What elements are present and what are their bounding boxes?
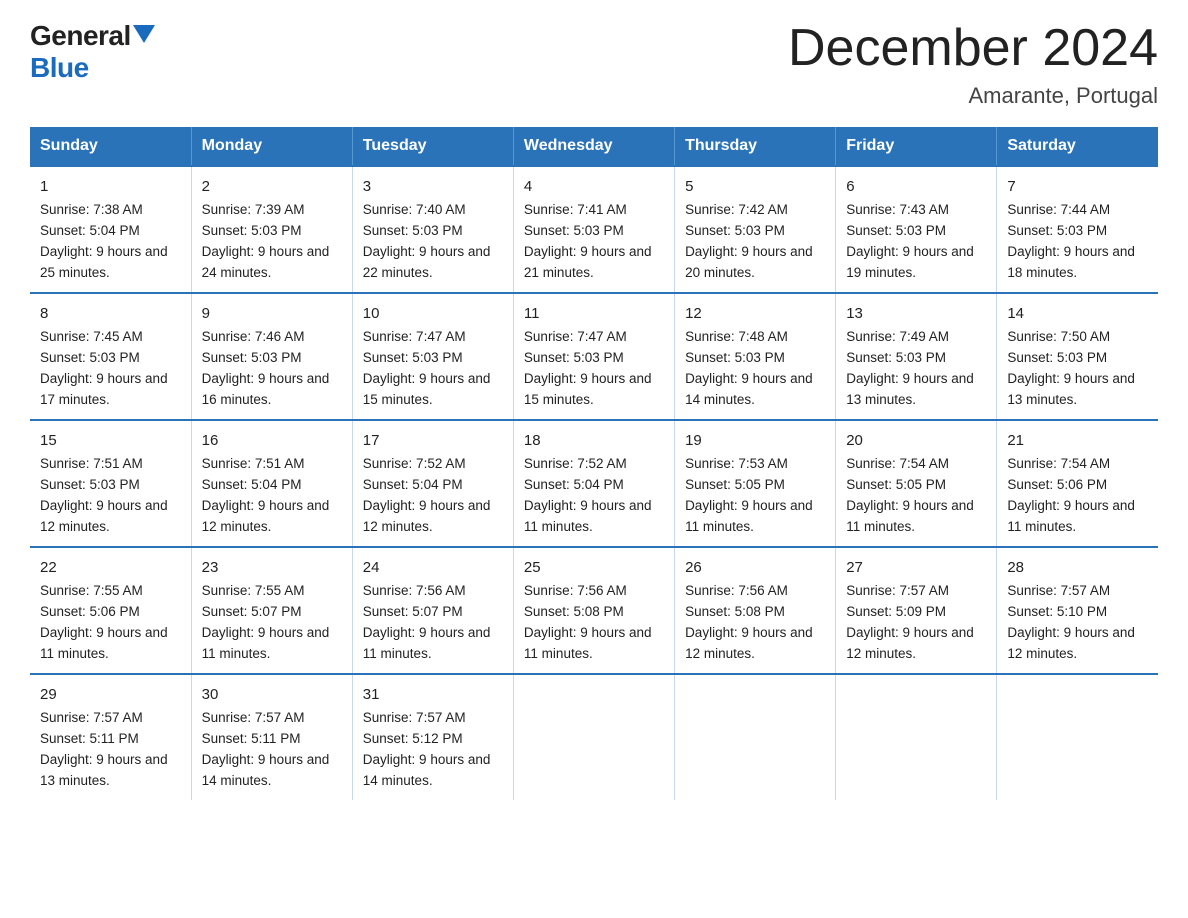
calendar-cell: 21Sunrise: 7:54 AMSunset: 5:06 PMDayligh… <box>997 420 1158 547</box>
day-number: 3 <box>363 175 503 198</box>
day-number: 15 <box>40 429 181 452</box>
day-number: 24 <box>363 556 503 579</box>
day-number: 8 <box>40 302 181 325</box>
day-number: 10 <box>363 302 503 325</box>
calendar-cell <box>675 674 836 800</box>
header-friday: Friday <box>836 127 997 166</box>
calendar-cell: 16Sunrise: 7:51 AMSunset: 5:04 PMDayligh… <box>191 420 352 547</box>
calendar-cell: 14Sunrise: 7:50 AMSunset: 5:03 PMDayligh… <box>997 293 1158 420</box>
calendar-cell: 22Sunrise: 7:55 AMSunset: 5:06 PMDayligh… <box>30 547 191 674</box>
day-number: 11 <box>524 302 664 325</box>
calendar-cell: 13Sunrise: 7:49 AMSunset: 5:03 PMDayligh… <box>836 293 997 420</box>
calendar-week-row: 15Sunrise: 7:51 AMSunset: 5:03 PMDayligh… <box>30 420 1158 547</box>
day-number: 7 <box>1007 175 1148 198</box>
logo: General Blue <box>30 20 155 84</box>
calendar-cell: 1Sunrise: 7:38 AMSunset: 5:04 PMDaylight… <box>30 166 191 293</box>
calendar-cell: 31Sunrise: 7:57 AMSunset: 5:12 PMDayligh… <box>352 674 513 800</box>
day-number: 17 <box>363 429 503 452</box>
calendar-cell <box>513 674 674 800</box>
calendar-cell: 7Sunrise: 7:44 AMSunset: 5:03 PMDaylight… <box>997 166 1158 293</box>
calendar-cell: 26Sunrise: 7:56 AMSunset: 5:08 PMDayligh… <box>675 547 836 674</box>
header-tuesday: Tuesday <box>352 127 513 166</box>
calendar-cell: 18Sunrise: 7:52 AMSunset: 5:04 PMDayligh… <box>513 420 674 547</box>
calendar-cell: 27Sunrise: 7:57 AMSunset: 5:09 PMDayligh… <box>836 547 997 674</box>
calendar-header-row: SundayMondayTuesdayWednesdayThursdayFrid… <box>30 127 1158 166</box>
calendar-cell: 8Sunrise: 7:45 AMSunset: 5:03 PMDaylight… <box>30 293 191 420</box>
calendar-cell: 10Sunrise: 7:47 AMSunset: 5:03 PMDayligh… <box>352 293 513 420</box>
header-wednesday: Wednesday <box>513 127 674 166</box>
calendar-week-row: 22Sunrise: 7:55 AMSunset: 5:06 PMDayligh… <box>30 547 1158 674</box>
calendar-cell: 25Sunrise: 7:56 AMSunset: 5:08 PMDayligh… <box>513 547 674 674</box>
day-number: 14 <box>1007 302 1148 325</box>
calendar-cell: 3Sunrise: 7:40 AMSunset: 5:03 PMDaylight… <box>352 166 513 293</box>
day-number: 1 <box>40 175 181 198</box>
day-number: 27 <box>846 556 986 579</box>
calendar-cell: 17Sunrise: 7:52 AMSunset: 5:04 PMDayligh… <box>352 420 513 547</box>
day-number: 29 <box>40 683 181 706</box>
day-number: 18 <box>524 429 664 452</box>
page-header: General Blue December 2024 Amarante, Por… <box>30 20 1158 109</box>
logo-general-text: General <box>30 20 131 52</box>
day-number: 6 <box>846 175 986 198</box>
day-number: 9 <box>202 302 342 325</box>
subtitle: Amarante, Portugal <box>788 83 1158 109</box>
calendar-cell: 23Sunrise: 7:55 AMSunset: 5:07 PMDayligh… <box>191 547 352 674</box>
day-number: 4 <box>524 175 664 198</box>
calendar-cell: 12Sunrise: 7:48 AMSunset: 5:03 PMDayligh… <box>675 293 836 420</box>
calendar-cell: 29Sunrise: 7:57 AMSunset: 5:11 PMDayligh… <box>30 674 191 800</box>
day-number: 12 <box>685 302 825 325</box>
logo-blue-text: Blue <box>30 52 89 83</box>
calendar-cell: 15Sunrise: 7:51 AMSunset: 5:03 PMDayligh… <box>30 420 191 547</box>
logo-triangle-icon <box>133 25 155 43</box>
calendar-cell: 30Sunrise: 7:57 AMSunset: 5:11 PMDayligh… <box>191 674 352 800</box>
day-number: 22 <box>40 556 181 579</box>
header-thursday: Thursday <box>675 127 836 166</box>
calendar-cell: 6Sunrise: 7:43 AMSunset: 5:03 PMDaylight… <box>836 166 997 293</box>
day-number: 5 <box>685 175 825 198</box>
calendar-cell: 24Sunrise: 7:56 AMSunset: 5:07 PMDayligh… <box>352 547 513 674</box>
calendar-cell: 19Sunrise: 7:53 AMSunset: 5:05 PMDayligh… <box>675 420 836 547</box>
calendar-cell <box>836 674 997 800</box>
calendar-cell: 4Sunrise: 7:41 AMSunset: 5:03 PMDaylight… <box>513 166 674 293</box>
calendar-cell: 2Sunrise: 7:39 AMSunset: 5:03 PMDaylight… <box>191 166 352 293</box>
calendar-week-row: 8Sunrise: 7:45 AMSunset: 5:03 PMDaylight… <box>30 293 1158 420</box>
header-monday: Monday <box>191 127 352 166</box>
day-number: 28 <box>1007 556 1148 579</box>
main-title: December 2024 <box>788 20 1158 77</box>
title-block: December 2024 Amarante, Portugal <box>788 20 1158 109</box>
day-number: 20 <box>846 429 986 452</box>
calendar-cell <box>997 674 1158 800</box>
day-number: 16 <box>202 429 342 452</box>
day-number: 21 <box>1007 429 1148 452</box>
day-number: 23 <box>202 556 342 579</box>
day-number: 30 <box>202 683 342 706</box>
day-number: 19 <box>685 429 825 452</box>
day-number: 25 <box>524 556 664 579</box>
calendar-cell: 28Sunrise: 7:57 AMSunset: 5:10 PMDayligh… <box>997 547 1158 674</box>
calendar-cell: 20Sunrise: 7:54 AMSunset: 5:05 PMDayligh… <box>836 420 997 547</box>
calendar-week-row: 1Sunrise: 7:38 AMSunset: 5:04 PMDaylight… <box>30 166 1158 293</box>
calendar-week-row: 29Sunrise: 7:57 AMSunset: 5:11 PMDayligh… <box>30 674 1158 800</box>
day-number: 13 <box>846 302 986 325</box>
calendar-table: SundayMondayTuesdayWednesdayThursdayFrid… <box>30 127 1158 800</box>
day-number: 31 <box>363 683 503 706</box>
day-number: 26 <box>685 556 825 579</box>
header-sunday: Sunday <box>30 127 191 166</box>
calendar-cell: 5Sunrise: 7:42 AMSunset: 5:03 PMDaylight… <box>675 166 836 293</box>
calendar-cell: 11Sunrise: 7:47 AMSunset: 5:03 PMDayligh… <box>513 293 674 420</box>
header-saturday: Saturday <box>997 127 1158 166</box>
calendar-cell: 9Sunrise: 7:46 AMSunset: 5:03 PMDaylight… <box>191 293 352 420</box>
day-number: 2 <box>202 175 342 198</box>
